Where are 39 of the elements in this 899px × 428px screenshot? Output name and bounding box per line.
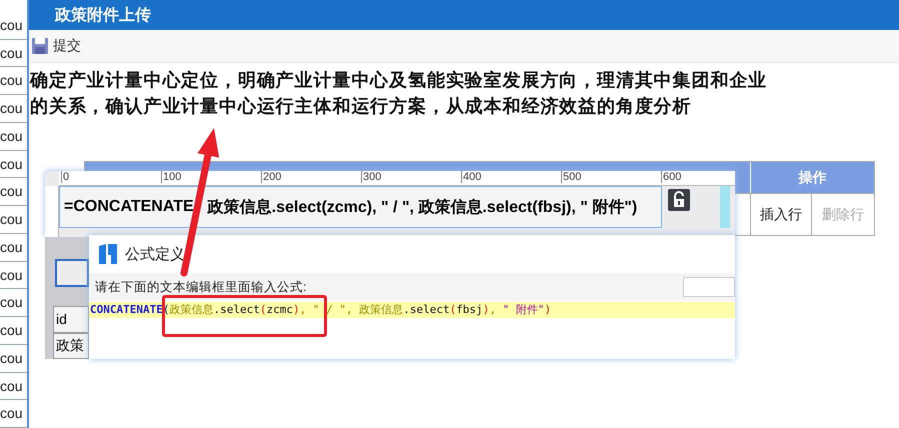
description-text: 确定产业计量中心定位，明确产业计量中心及氢能实验室发展方向，理清其中集团和企业的关系，确认产业计量中心运行主体和运行方案，从成本和经济效益的角度分析 [29,69,768,118]
prompt-text: 请在下面的文本编辑框里面输入公式: [95,278,306,296]
list-item[interactable]: cou [0,400,27,428]
ruler-mark: 400 [461,171,482,183]
sheet-cell: id [53,306,89,333]
list-item[interactable]: cou [0,262,27,290]
submit-button[interactable]: 提交 [31,37,81,55]
list-item[interactable]: cou [0,40,27,68]
list-item[interactable]: cou [0,206,27,234]
list-item[interactable]: cou [0,234,27,262]
list-item[interactable]: cou [0,150,27,178]
input-field[interactable] [683,277,735,297]
window-title: 政策附件上传 [55,6,151,26]
list-item[interactable]: cou [0,178,27,206]
list-item[interactable]: cou [0,95,27,123]
list-item[interactable]: cou [0,122,27,151]
list-item[interactable]: cou [0,372,27,400]
dialog-title: 公式定义 [125,244,185,264]
list-item[interactable]: cou [0,289,27,318]
formula-field[interactable]: =CONCATENATE 政策信息.select(zcmc), " / ", 政策信息.select(fbsj), " 附件") [59,186,662,228]
list-item[interactable]: cou [0,12,27,40]
padlock-icon[interactable] [668,189,690,211]
list-item[interactable]: cou [0,344,27,373]
selected-cell[interactable] [55,259,89,288]
list-item[interactable]: cou [0,67,27,96]
column-strip [720,186,730,228]
ruler-mark: 200 [261,171,282,183]
ruler-mark: 0 [61,171,70,183]
vertical-ruler [45,186,59,237]
insert-row-button[interactable]: 插入行 [760,206,802,224]
ruler-mark: 600 [661,171,682,183]
ruler-mark: 300 [361,171,382,183]
column-header: 操作 [750,162,874,193]
app-logo-icon [99,244,117,264]
ruler-mark: 500 [561,171,582,183]
ruler-mark: 100 [161,171,182,183]
sheet-cell: 政策 [53,332,89,359]
formula-code[interactable]: CONCATENATE(政策信息.select(zcmc), " / ", 政策信息.select(fbsj), " 附件") [89,302,735,318]
list-item[interactable]: cou [0,317,27,345]
